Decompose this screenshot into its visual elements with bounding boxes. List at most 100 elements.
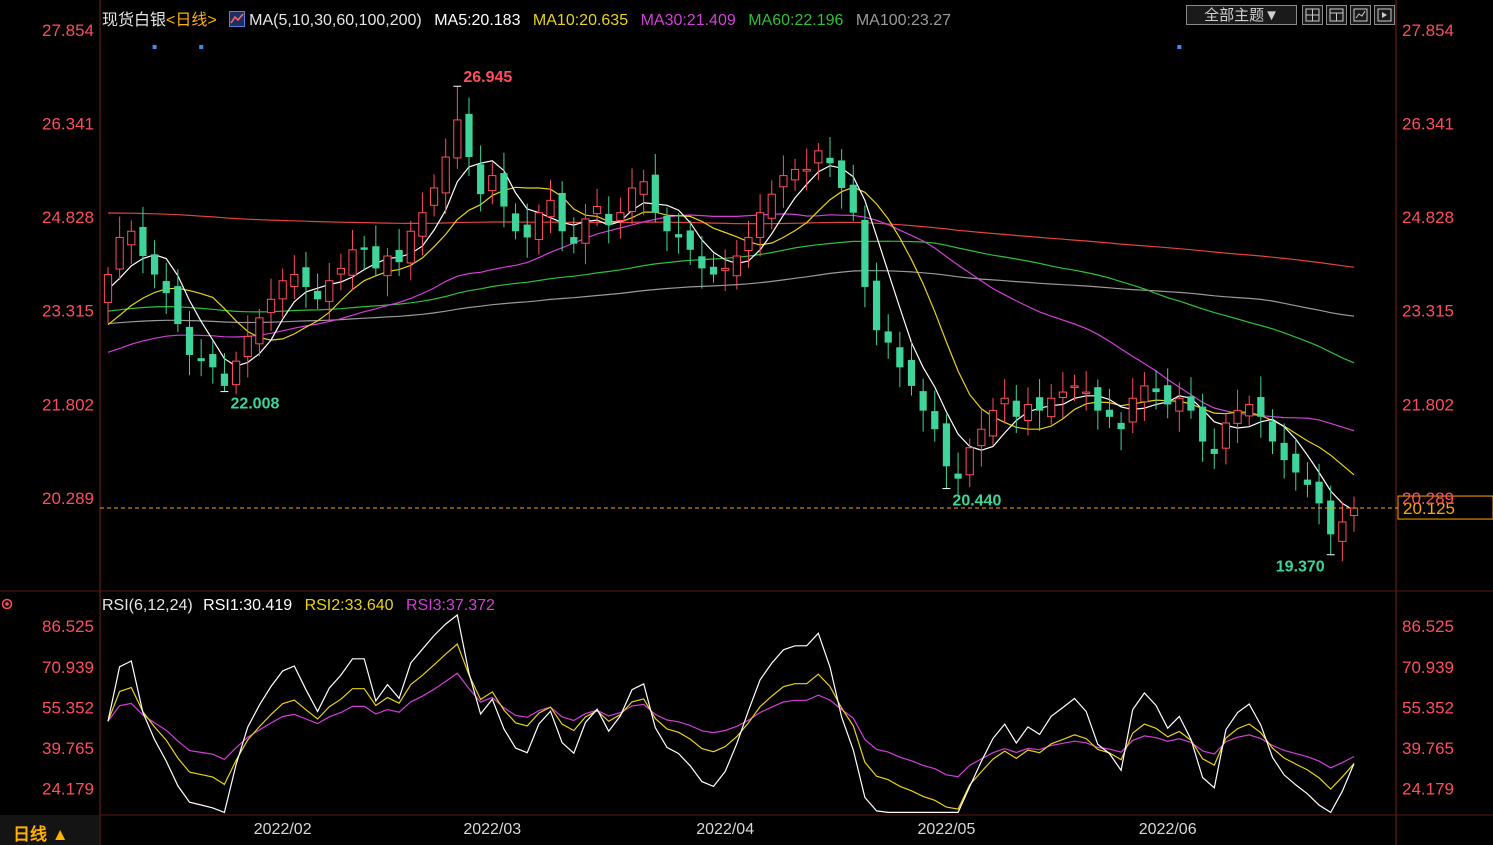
candle-body-up xyxy=(441,156,450,194)
time-axis-label: 2022/06 xyxy=(1139,821,1197,838)
candle-body-up xyxy=(336,267,346,275)
candle-body-down xyxy=(907,359,916,386)
candle-body-up xyxy=(546,199,555,218)
candle-body-down xyxy=(1292,453,1300,473)
rsi-axis-left-label: 86.525 xyxy=(42,617,94,636)
price-axis-right-label: 21.802 xyxy=(1402,395,1454,414)
price-axis-left-label: 21.802 xyxy=(42,395,94,414)
candle-body-down xyxy=(570,237,578,244)
candle-body-up xyxy=(721,267,730,271)
candle-body-down xyxy=(395,249,403,263)
candle-body-up xyxy=(453,119,462,159)
candle-body-down xyxy=(605,213,613,226)
candle-body-up xyxy=(255,317,264,345)
candle-body-down xyxy=(896,347,904,368)
candle-body-up xyxy=(639,181,648,195)
candle-body-up xyxy=(1023,403,1033,421)
candle-body-down xyxy=(1117,422,1125,430)
candle-body-up xyxy=(790,168,800,181)
candle-body-up xyxy=(266,298,276,314)
candle-body-down xyxy=(1210,448,1218,454)
candle-body-down xyxy=(1105,409,1114,417)
price-axis-right-label: 23.315 xyxy=(1402,302,1454,321)
price-axis-left-label: 23.315 xyxy=(42,302,94,321)
candle-body-down xyxy=(1268,421,1277,442)
candle-body-up xyxy=(278,280,287,300)
candle-body-up xyxy=(1245,403,1254,417)
candle-body-down xyxy=(500,173,508,207)
candle-body-up xyxy=(965,447,974,476)
candle-body-down xyxy=(477,164,485,195)
candle-body-up xyxy=(988,410,998,437)
candle-body-down xyxy=(197,358,205,362)
candle-body-down xyxy=(1164,385,1172,405)
time-axis-label: 2022/05 xyxy=(918,821,976,838)
candle-body-down xyxy=(686,230,694,250)
candle-body-down xyxy=(919,391,927,411)
rsi-plot xyxy=(107,613,1355,814)
candle-body-down xyxy=(954,473,962,479)
event-marker-dot xyxy=(1177,45,1182,49)
rsi-axis-left-label: 24.179 xyxy=(42,780,94,799)
candle-body-up xyxy=(1082,391,1091,395)
candle-body-up xyxy=(231,360,241,386)
candle-body-down xyxy=(1280,442,1288,461)
candle-body-down xyxy=(162,281,170,294)
ma5-line xyxy=(107,160,1355,512)
candle-body-down xyxy=(511,213,520,232)
candle-body-up xyxy=(290,274,299,288)
candle-body-up xyxy=(1128,397,1137,423)
candle-body-up xyxy=(627,187,637,212)
rsi-axis-right-label: 39.765 xyxy=(1402,739,1454,758)
candle-body-down xyxy=(1303,479,1312,485)
price-axis-right-label: 24.828 xyxy=(1402,208,1454,227)
candle-body-down xyxy=(849,184,857,213)
price-chart[interactable]: 26.94522.00820.44019.37020.125 27.854 27.… xyxy=(0,0,1493,845)
price-axis-left-label: 26.341 xyxy=(42,115,94,134)
candle-plot: 26.94522.00820.44019.37020.125 xyxy=(100,45,1493,576)
candle-body-down xyxy=(360,247,368,250)
candle-body-down xyxy=(1257,397,1265,417)
candle-body-down xyxy=(313,290,322,300)
candle-body-down xyxy=(139,226,147,257)
candle-body-up xyxy=(348,249,357,276)
time-axis-label: 2022/03 xyxy=(463,821,521,838)
time-axis-label: 2022/02 xyxy=(254,821,312,838)
rsi-axis-right-label: 24.179 xyxy=(1402,780,1454,799)
extreme-price-label: 20.440 xyxy=(952,493,1001,510)
rsi-axis-right-label: 86.525 xyxy=(1402,617,1454,636)
candle-body-up xyxy=(767,193,776,219)
candle-body-down xyxy=(1315,481,1323,504)
rsi1-line xyxy=(107,613,1355,814)
candle-body-down xyxy=(372,246,380,269)
candle-body-up xyxy=(1140,385,1149,403)
candle-body-up xyxy=(127,230,136,246)
candle-body-down xyxy=(150,254,159,275)
candle-body-up xyxy=(581,218,590,244)
candle-body-down xyxy=(838,160,846,188)
rsi-axis-left-label: 39.765 xyxy=(42,739,94,758)
candle-body-up xyxy=(418,212,427,237)
candle-body-down xyxy=(1094,387,1102,411)
candle-body-up xyxy=(103,274,113,303)
candle-body-up xyxy=(616,212,625,221)
candle-body-up xyxy=(429,187,439,206)
candle-body-up xyxy=(534,212,543,240)
time-axis-label: 2022/04 xyxy=(696,821,754,838)
event-marker-dot xyxy=(152,45,157,49)
candle-body-up xyxy=(115,236,124,270)
candle-body-up xyxy=(1349,507,1359,517)
candle-body-down xyxy=(674,234,683,238)
candle-body-down xyxy=(698,256,706,269)
candle-body-down xyxy=(1327,500,1335,535)
rsi-axis-right-label: 55.352 xyxy=(1402,698,1454,717)
rsi-axis-right-label: 70.939 xyxy=(1402,658,1454,677)
candle-body-down xyxy=(1035,397,1044,411)
candle-body-down xyxy=(1152,388,1160,393)
candle-body-up xyxy=(814,150,823,164)
candle-body-up xyxy=(1221,422,1231,449)
candle-body-down xyxy=(1199,406,1207,442)
candle-body-up xyxy=(1000,397,1009,405)
price-axis-right-label: 20.289 xyxy=(1402,489,1454,508)
candle-body-down xyxy=(931,411,939,430)
